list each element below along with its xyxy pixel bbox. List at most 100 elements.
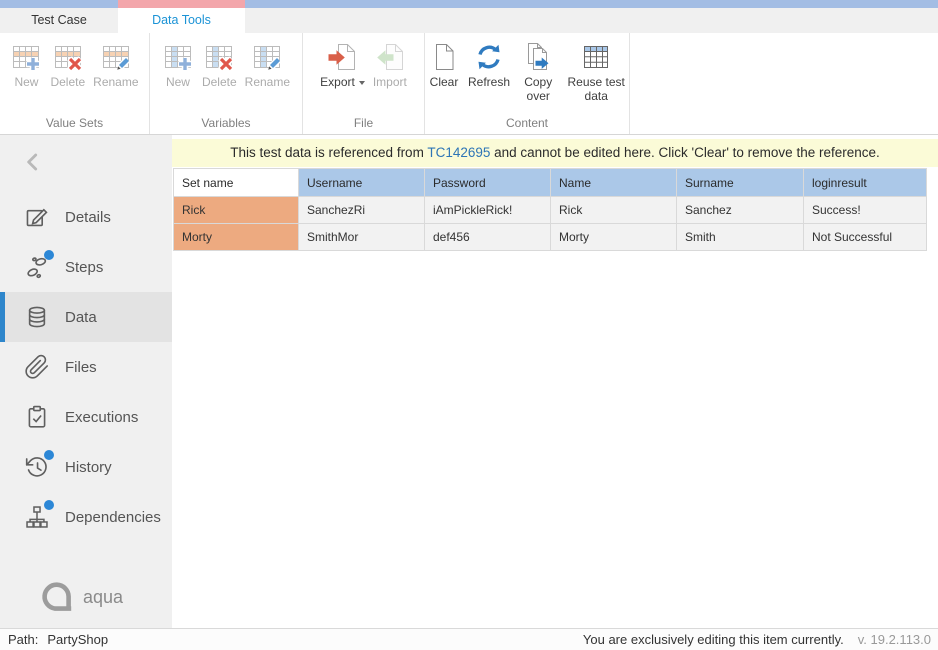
export-icon [326,41,358,73]
active-tab-accent-strip [118,0,245,8]
table-cell[interactable]: Smith [677,224,804,251]
chevron-left-icon [20,149,46,175]
notification-badge [44,450,54,460]
button-label: New [166,75,190,89]
table-cell[interactable]: iAmPickleRick! [425,197,551,224]
clear-page-icon [428,41,460,73]
clipboard-check-icon [24,404,50,430]
path-label: Path: [8,632,38,647]
column-header-username[interactable]: Username [299,169,425,197]
ribbon-group-label: Value Sets [0,116,149,130]
sidebar-item-label: Dependencies [65,509,161,526]
aqua-logo-text: aqua [83,587,123,608]
column-header-name[interactable]: Name [551,169,677,197]
table-row: Morty SmithMor def456 Morty Smith Not Su… [174,224,927,251]
value-sets-new-button[interactable]: New [7,40,45,90]
button-label: Copy over [518,75,558,103]
table-cell[interactable]: Sanchez [677,197,804,224]
sidebar-item-data[interactable]: Data [0,292,172,342]
button-label: Export [320,75,365,89]
table-cell[interactable]: SanchezRi [299,197,425,224]
database-icon [24,304,50,330]
sidebar-item-history[interactable]: History [0,442,172,492]
refresh-icon [473,41,505,73]
sidebar-item-label: Executions [65,409,138,426]
table-cell[interactable]: Not Successful [804,224,927,251]
history-icon [24,454,50,480]
sidebar-item-steps[interactable]: Steps [0,242,172,292]
tab-test-case[interactable]: Test Case [0,8,118,33]
paperclip-icon [24,354,50,380]
copy-over-button[interactable]: Copy over [515,40,561,104]
column-header-loginresult[interactable]: loginresult [804,169,927,197]
refresh-button[interactable]: Refresh [465,40,513,90]
column-header-surname[interactable]: Surname [677,169,804,197]
notification-text: This test data is referenced from [230,145,427,160]
sidebar-item-dependencies[interactable]: Dependencies [0,492,172,542]
test-data-table: Set name Username Password Name Surname … [173,168,927,251]
table-cell[interactable]: Success! [804,197,927,224]
hierarchy-icon [24,504,50,530]
ribbon-tab-bar: Test Case Data Tools [0,8,938,33]
table-cell[interactable]: Morty [551,224,677,251]
reference-notification-bar: This test data is referenced from TC1426… [172,139,938,167]
reuse-table-icon [580,41,612,73]
clear-button[interactable]: Clear [425,40,463,90]
sidebar-collapse-button[interactable] [20,149,46,175]
table-row-new-icon [10,41,42,73]
sidebar-item-label: Steps [65,259,103,276]
ribbon-group-label: Content [425,116,629,130]
variables-delete-button[interactable]: Delete [199,40,240,90]
status-bar: Path:PartyShop You are exclusively editi… [0,628,938,650]
table-column-new-icon [162,41,194,73]
sidebar-item-label: History [65,459,112,476]
set-name-cell[interactable]: Morty [174,224,299,251]
sidebar-item-details[interactable]: Details [0,192,172,242]
edit-icon [24,204,50,230]
aqua-logo-icon [38,582,74,612]
ribbon-group-variables: New Delete Rename Variables [150,33,303,134]
value-sets-rename-button[interactable]: Rename [90,40,141,90]
table-row-delete-icon [52,41,84,73]
import-button[interactable]: Import [370,40,410,90]
button-label: Delete [50,75,85,89]
aqua-logo: aqua [38,582,123,612]
footsteps-icon [24,254,50,280]
ribbon-group-value-sets: New Delete Rename Value Sets [0,33,150,134]
copy-over-icon [522,41,554,73]
value-sets-delete-button[interactable]: Delete [47,40,88,90]
table-cell[interactable]: Rick [551,197,677,224]
notification-text: and cannot be edited here. Click 'Clear'… [490,145,879,160]
referenced-test-case-link[interactable]: TC142695 [427,145,490,160]
reuse-test-data-button[interactable]: Reuse test data [563,40,629,104]
notification-badge [44,250,54,260]
sidebar-item-label: Files [65,359,97,376]
sidebar-nav: Details Steps Data [0,192,172,542]
button-label: Reuse test data [566,75,626,103]
button-label: Import [373,75,407,89]
button-label: Rename [93,75,138,89]
sidebar-item-files[interactable]: Files [0,342,172,392]
table-cell[interactable]: SmithMor [299,224,425,251]
ribbon-group-label: File [303,116,424,130]
variables-new-button[interactable]: New [159,40,197,90]
button-label: New [14,75,38,89]
table-row-rename-icon [100,41,132,73]
export-button[interactable]: Export [317,40,368,90]
tab-data-tools[interactable]: Data Tools [118,8,245,33]
table-cell[interactable]: def456 [425,224,551,251]
variables-rename-button[interactable]: Rename [242,40,293,90]
import-icon [374,41,406,73]
ribbon: New Delete Rename Value Sets [0,33,938,135]
editing-status-message: You are exclusively editing this item cu… [583,629,844,650]
content-area: This test data is referenced from TC1426… [172,135,938,628]
column-header-password[interactable]: Password [425,169,551,197]
notification-badge [44,500,54,510]
ribbon-group-label: Variables [150,116,302,130]
sidebar-item-label: Data [65,309,97,326]
set-name-cell[interactable]: Rick [174,197,299,224]
column-header-set-name[interactable]: Set name [174,169,299,197]
button-label: Delete [202,75,237,89]
path-breadcrumb: Path:PartyShop [8,629,108,650]
sidebar-item-executions[interactable]: Executions [0,392,172,442]
